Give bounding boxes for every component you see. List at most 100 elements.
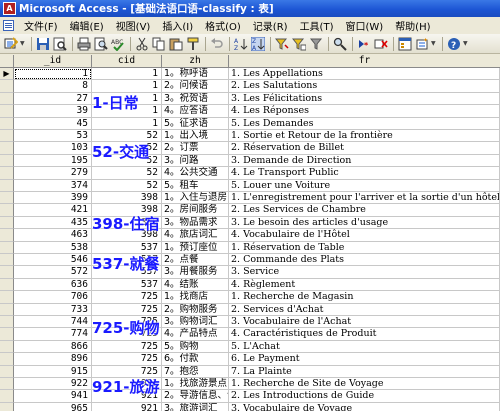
menu-tools[interactable]: 工具(T) [294,18,340,33]
cell-id[interactable]: 706 [14,291,92,304]
record-selector[interactable] [0,92,14,106]
table-row[interactable]: 53 52 1。出入境 1. Sortie et Retour de la front… [0,130,500,143]
column-header-id[interactable]: _id [14,55,92,67]
cell-fr[interactable]: 3. Les Félicitations [229,92,500,106]
help-icon[interactable]: ? [446,36,462,52]
cell-cid[interactable]: 921 [92,402,162,411]
cell-zh[interactable]: 3。物品需求 [162,216,229,230]
search-icon[interactable] [52,36,68,52]
cell-fr[interactable]: 4. Caractéristiques de Produit [229,328,500,341]
table-row[interactable]: 374 52 5。租车 5. Louer une Voiture [0,179,500,192]
table-row[interactable]: 896 725 6。付款 6. Le Payment [0,353,500,366]
cell-fr[interactable]: 4. Vocabulaire de l'Hôtel [229,229,500,242]
access-app-icon[interactable]: A [3,2,16,15]
cell-cid[interactable]: 725 [92,291,162,304]
record-selector[interactable] [0,216,14,230]
cell-id[interactable]: 399 [14,192,92,205]
sort-ascending-icon[interactable]: AZ [233,36,249,52]
select-all-corner[interactable] [0,55,14,67]
menu-edit[interactable]: 编辑(E) [64,18,110,33]
record-selector[interactable] [0,402,14,411]
cell-fr[interactable]: 1. Les Appellations [229,68,500,81]
column-header-fr[interactable]: fr [229,55,500,67]
cell-zh[interactable]: 4。旅店词汇 [162,229,229,242]
table-row[interactable]: 195 52 3。问路 3. Demande de Direction [0,154,500,168]
cell-id[interactable]: 922 [14,378,92,391]
cell-fr[interactable]: 7. La Plainte [229,365,500,378]
cell-zh[interactable]: 5。征求语 [162,117,229,130]
menu-insert[interactable]: 插入(I) [156,18,199,33]
table-row[interactable]: 546 537 2。点餐 2. Commande des Plats [0,254,500,267]
cell-fr[interactable]: 3. Le besoin des articles d'usage [229,216,500,230]
column-header-cid[interactable]: cid [92,55,162,67]
cell-fr[interactable]: 5. L'Achat [229,340,500,354]
record-selector[interactable] [0,192,14,205]
cell-id[interactable]: 279 [14,167,92,180]
record-selector[interactable] [0,353,14,366]
cell-id[interactable]: 941 [14,390,92,403]
format-painter-icon[interactable] [185,36,201,52]
cell-zh[interactable]: 2。订票 [162,142,229,155]
table-document-icon[interactable] [3,20,14,31]
cell-fr[interactable]: 5. Les Demandes [229,117,500,130]
new-object-dropdown-icon[interactable]: ▼ [431,40,437,47]
table-row[interactable]: 706 725 1。找商店 1. Recherche de Magasin [0,291,500,304]
table-row[interactable]: 399 398 1。入住与退房 1. L'enregistrement pour l'… [0,192,500,205]
cell-zh[interactable]: 3。购物词汇 [162,316,229,329]
cell-fr[interactable]: 2. Les Salutations [229,80,500,93]
table-row[interactable]: 538 537 1。预订座位 1. Réservation de Table [0,241,500,254]
column-header-zh[interactable]: zh [162,55,229,67]
cell-zh[interactable]: 2。房间服务 [162,204,229,217]
cell-fr[interactable]: 3. Vocabulaire de Voyage [229,402,500,411]
cell-id[interactable]: 103 [14,142,92,155]
record-selector[interactable] [0,167,14,180]
cell-fr[interactable]: 1. Recherche de Magasin [229,291,500,304]
cell-id[interactable]: 39 [14,105,92,118]
cell-cid[interactable]: 725 [92,353,162,366]
record-selector[interactable] [0,390,14,403]
copy-icon[interactable] [151,36,167,52]
cell-id[interactable]: 744 [14,316,92,329]
table-row[interactable]: 866 725 5。购物 5. L'Achat [0,340,500,354]
record-selector[interactable] [0,154,14,168]
cell-cid[interactable]: 398 [92,192,162,205]
new-object-icon[interactable]: ✦ [414,36,430,52]
cell-zh[interactable]: 3。用餐服务 [162,266,229,279]
menu-view[interactable]: 视图(V) [110,18,157,33]
undo-icon[interactable] [209,36,225,52]
cell-fr[interactable]: 1. Sortie et Retour de la frontière [229,130,500,143]
cell-cid[interactable]: 52 [92,167,162,180]
table-row[interactable]: 279 52 4。公共交通 4. Le Transport Public [0,167,500,180]
spell-check-icon[interactable]: ABC [110,36,126,52]
cell-fr[interactable]: 2. Les Services de Chambre [229,204,500,217]
record-selector[interactable] [0,316,14,329]
record-selector[interactable] [0,229,14,242]
cell-id[interactable]: 435 [14,216,92,230]
table-row[interactable]: 45 1 5。征求语 5. Les Demandes [0,117,500,130]
cell-cid[interactable]: 1 [92,80,162,93]
cell-id[interactable]: 572 [14,266,92,279]
table-row[interactable]: 27 1 3。祝贺语 3. Les Félicitations [0,92,500,106]
cell-id[interactable]: 866 [14,340,92,354]
menu-window[interactable]: 窗口(W) [339,18,389,33]
toolbar-options-icon[interactable]: ▼ [463,40,469,47]
cell-fr[interactable]: 2. Réservation de Billet [229,142,500,155]
cell-fr[interactable]: 6. Le Payment [229,353,500,366]
cell-fr[interactable]: 1. L'enregistrement pour l'arriver et la… [229,192,500,205]
cell-id[interactable]: 8 [14,80,92,93]
record-selector[interactable] [0,291,14,304]
filter-by-form-icon[interactable] [291,36,307,52]
cell-zh[interactable]: 6。付款 [162,353,229,366]
cell-cid[interactable]: 725 [92,303,162,316]
record-selector[interactable] [0,241,14,254]
table-row[interactable]: 421 398 2。房间服务 2. Les Services de Chambre [0,204,500,217]
find-icon[interactable] [332,36,348,52]
table-row[interactable]: 463 398 4。旅店词汇 4. Vocabulaire de l'Hôtel [0,229,500,242]
cell-zh[interactable]: 4。结账 [162,278,229,292]
table-row[interactable]: ▶ 1 1 1。称呼语 1. Les Appellations [0,68,500,81]
database-window-icon[interactable] [397,36,413,52]
cell-zh[interactable]: 1。找商店 [162,291,229,304]
cell-fr[interactable]: 2. Services d'Achat [229,303,500,316]
table-row[interactable]: 8 1 2。问候语 2. Les Salutations [0,80,500,93]
cell-zh[interactable]: 2。点餐 [162,254,229,267]
